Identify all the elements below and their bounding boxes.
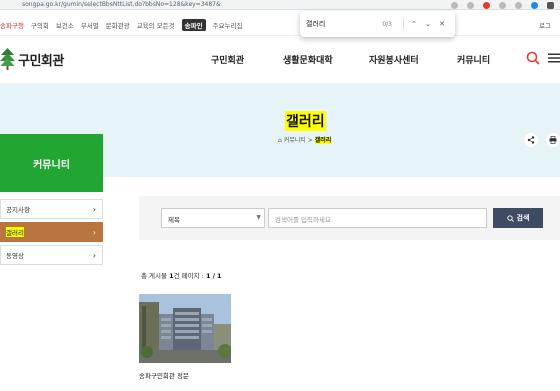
login-link[interactable]: 로그 [539,20,551,30]
extension-icon[interactable] [499,1,506,9]
total-label: 총 게시물 [141,272,167,280]
tree-logo-icon [0,48,15,70]
total-unit: 건 [173,272,180,280]
find-previous-button[interactable]: ⌃ [407,20,421,28]
side-menu-title: 커뮤니티 [0,134,103,192]
util-link[interactable]: 구의회 [31,20,49,30]
search-icon [506,214,514,222]
nav-item-volunteer[interactable]: 자원봉사센터 [369,53,419,66]
page-separator: / [212,272,215,280]
menu-icon[interactable] [547,1,554,9]
search-field-select[interactable]: 제목 ▼ [161,208,265,228]
chevron-right-icon: › [92,227,96,237]
util-tag-button[interactable]: 송파인 [181,18,206,31]
search-button-label: 검색 [516,214,530,222]
breadcrumb-separator: > [307,137,313,144]
side-menu: 공지사항 › 갤러리 › 동영상 › [0,199,103,268]
util-link[interactable]: 주요누리집 [213,20,243,30]
post-count-summary: 총 게시물 1건 페이지 : 1 / 1 [141,270,222,280]
print-icon [549,136,557,144]
find-input[interactable]: 갤러리 [306,19,382,29]
side-item-label: 동영상 [6,252,24,260]
select-value: 제목 [168,216,180,224]
print-button[interactable] [546,133,560,147]
building-photo [139,294,231,363]
search-icon[interactable] [526,51,540,65]
page-label: 페이지 : [181,272,204,280]
extension-icon[interactable] [451,1,458,9]
side-item-label: 갤러리 [6,227,24,237]
extension-icon[interactable] [515,1,522,9]
nav-item-hall[interactable]: 구민회관 [211,53,244,66]
utility-bar: 송파구청 구의회 보건소 부서별 문화관광 교육의 모든것 송파인 주요누리집 … [0,14,560,36]
profile-avatar[interactable] [531,1,538,9]
page-title: 갤러리 [285,111,326,131]
gallery-thumbnail[interactable] [139,294,231,363]
share-button[interactable] [524,133,538,147]
util-link[interactable]: 교육의 모든것 [137,20,175,30]
hamburger-menu-icon[interactable] [548,52,560,64]
side-item-label: 공지사항 [6,206,30,214]
nav-item-community[interactable]: 커뮤니티 [457,53,490,66]
find-in-page-bar: 갤러리 0/3 ⌃ ⌄ ✕ [300,11,455,37]
util-link[interactable]: 보건소 [56,20,74,30]
address-bar[interactable]: songpa.go.kr/gumin/selectBbsNttList.do?b… [22,0,221,9]
page-current: 1 [205,272,211,280]
home-icon[interactable]: ⌂ [278,137,282,144]
gallery-item[interactable]: 송파구민회관 정문 [139,294,231,380]
search-button[interactable]: 검색 [493,208,543,228]
site-header: 구민회관 구민회관 생활문화대학 자원봉사센터 커뮤니티 [0,37,560,83]
side-item-notice[interactable]: 공지사항 › [0,199,103,219]
share-icon [527,136,535,144]
breadcrumb: ⌂ 커뮤니티 > 갤러리 [278,135,332,144]
breadcrumb-parent[interactable]: 커뮤니티 [284,137,306,144]
nav-item-college[interactable]: 생활문화대학 [283,53,333,66]
logo-text: 구민회관 [18,53,64,69]
find-next-button[interactable]: ⌄ [421,20,435,28]
page-total: 1 [217,272,222,280]
extension-red-icon[interactable] [483,1,490,9]
breadcrumb-current: 갤러리 [314,137,332,144]
chevron-down-icon: ▼ [256,214,261,221]
util-link[interactable]: 부서별 [81,20,99,30]
browser-toolbar: songpa.go.kr/gumin/selectBbsNttList.do?b… [0,0,560,10]
util-link[interactable]: 문화관광 [106,20,130,30]
divider [403,18,404,30]
search-input[interactable]: 검색어를 입력하세요 [268,208,487,228]
bookmark-star-icon[interactable] [467,1,474,9]
chevron-right-icon: › [92,250,96,260]
util-link[interactable]: 송파구청 [0,20,24,30]
find-close-button[interactable]: ✕ [435,20,449,28]
chevron-right-icon: › [92,204,96,214]
site-logo[interactable]: 구민회관 [0,47,64,71]
search-panel: 제목 ▼ 검색어를 입력하세요 검색 [139,196,560,240]
find-match-count: 0/3 [382,20,392,28]
gallery-caption[interactable]: 송파구민회관 정문 [139,370,231,380]
side-item-video[interactable]: 동영상 › [0,245,103,265]
side-item-gallery[interactable]: 갤러리 › [0,222,103,242]
